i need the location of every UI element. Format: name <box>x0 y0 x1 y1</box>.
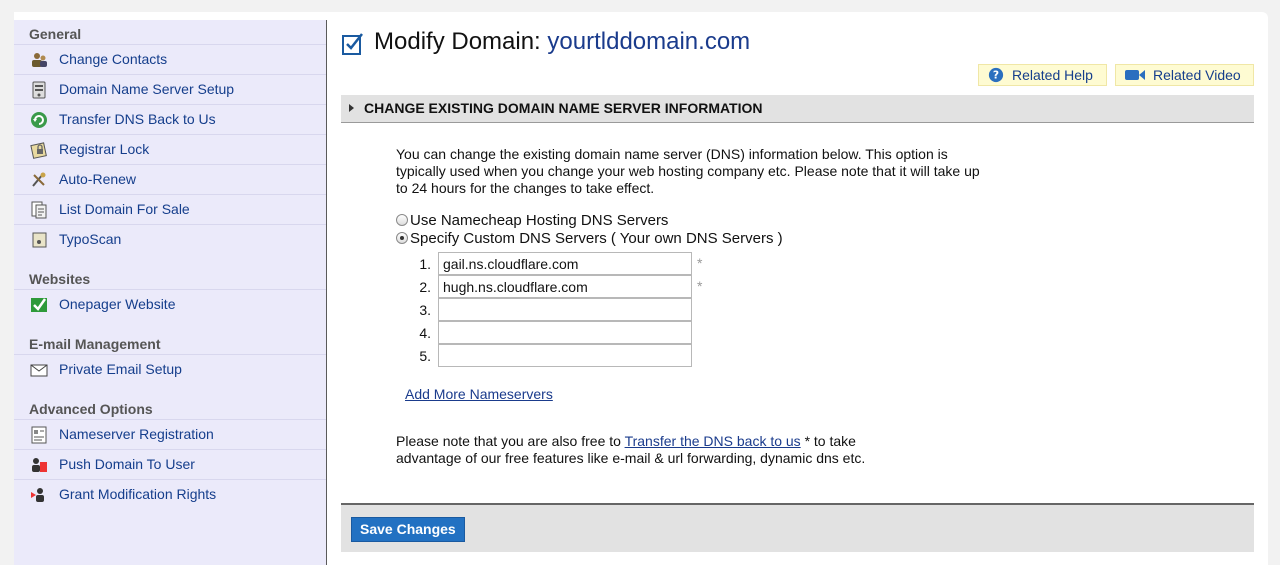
sidebar-section-title: General <box>29 26 82 42</box>
push-user-icon <box>32 458 47 472</box>
related-video-button[interactable]: Related Video <box>1115 64 1254 86</box>
typoscan-icon <box>32 232 47 248</box>
note-text: * to take <box>804 433 856 449</box>
sidebar-item-label: Push Domain To User <box>59 456 195 472</box>
nameserver-number: 5. <box>419 348 431 364</box>
option-custom-dns[interactable]: Specify Custom DNS Servers ( Your own DN… <box>396 229 783 247</box>
svg-text:?: ? <box>993 69 999 82</box>
option-label: Use Namecheap Hosting DNS Servers <box>410 211 669 229</box>
page-title: Modify Domain: yourtlddomain.com <box>374 28 750 56</box>
related-video-label: Related Video <box>1153 67 1241 83</box>
collapse-triangle-icon <box>349 104 354 112</box>
sidebar-item-label: Transfer DNS Back to Us <box>59 111 216 127</box>
sidebar-item-ns-registration[interactable]: Nameserver Registration <box>14 419 326 449</box>
sidebar-item-list-for-sale[interactable]: List Domain For Sale <box>14 194 326 224</box>
sidebar: General Change Contacts Domain Name Serv… <box>14 20 327 565</box>
option-namecheap-dns[interactable]: Use Namecheap Hosting DNS Servers <box>396 211 668 229</box>
main-content: Modify Domain: yourtlddomain.com ? Relat… <box>341 12 1268 565</box>
radio-namecheap-dns[interactable] <box>396 214 408 226</box>
contacts-icon <box>32 53 47 67</box>
nameserver-1-input[interactable] <box>438 252 692 275</box>
note-text: Please note that you are also free to <box>396 433 621 449</box>
note-text: advantage of our free features like e-ma… <box>396 450 866 466</box>
sidebar-item-push-domain[interactable]: Push Domain To User <box>14 449 326 479</box>
sidebar-item-label: Private Email Setup <box>59 361 182 377</box>
nameserver-2-input[interactable] <box>438 275 692 298</box>
sidebar-item-registrar-lock[interactable]: Registrar Lock <box>14 134 326 164</box>
transfer-dns-link[interactable]: Transfer the DNS back to us <box>625 433 801 449</box>
sidebar-item-change-contacts[interactable]: Change Contacts <box>14 44 326 74</box>
nameserver-number: 4. <box>419 325 431 341</box>
sidebar-item-typoscan[interactable]: TypoScan <box>14 224 326 254</box>
sidebar-item-label: TypoScan <box>59 231 122 247</box>
nameserver-number: 3. <box>419 302 431 318</box>
dns-intro-text: You can change the existing domain name … <box>396 146 980 196</box>
sidebar-section-title: Websites <box>29 271 91 287</box>
sidebar-item-label: Onepager Website <box>59 296 176 312</box>
sidebar-item-dns-setup[interactable]: Domain Name Server Setup <box>14 74 326 104</box>
nameserver-3-input[interactable] <box>438 298 692 321</box>
sidebar-item-onepager[interactable]: Onepager Website <box>14 289 326 319</box>
sidebar-item-label: Domain Name Server Setup <box>59 81 235 97</box>
sidebar-item-label: Auto-Renew <box>59 171 137 187</box>
sidebar-item-label: List Domain For Sale <box>59 201 190 217</box>
sale-list-icon <box>31 201 47 219</box>
sidebar-item-label: Nameserver Registration <box>59 426 214 442</box>
edit-checklist-icon <box>342 33 363 55</box>
nameserver-number: 2. <box>419 279 431 295</box>
add-more-nameservers-link[interactable]: Add More Nameservers <box>405 386 553 402</box>
server-icon <box>32 81 46 99</box>
nameserver-5-input[interactable] <box>438 344 692 367</box>
registration-icon <box>31 426 47 444</box>
nameserver-4-input[interactable] <box>438 321 692 344</box>
required-marker: * <box>697 255 703 271</box>
required-marker: * <box>697 278 703 294</box>
help-icon: ? <box>988 67 1004 83</box>
radio-custom-dns[interactable] <box>396 232 408 244</box>
nameserver-number: 1. <box>419 256 431 272</box>
transfer-note: Please note that you are also free to Tr… <box>396 433 996 467</box>
related-help-label: Related Help <box>1012 67 1093 83</box>
footer-bar: Save Changes <box>341 503 1254 552</box>
lock-icon <box>30 142 47 159</box>
envelope-icon <box>30 364 48 377</box>
sidebar-section-title: E-mail Management <box>29 336 161 352</box>
grant-user-icon <box>31 488 44 502</box>
page-title-prefix: Modify Domain: <box>374 28 541 55</box>
option-label: Specify Custom DNS Servers ( Your own DN… <box>410 229 783 247</box>
video-camera-icon <box>1125 70 1145 80</box>
sidebar-item-label: Registrar Lock <box>59 141 150 157</box>
checkmark-icon <box>31 298 47 312</box>
sidebar-item-label: Grant Modification Rights <box>59 486 217 502</box>
related-help-button[interactable]: ? Related Help <box>978 64 1107 86</box>
save-changes-button[interactable]: Save Changes <box>351 517 465 542</box>
sidebar-section-title: Advanced Options <box>29 401 153 417</box>
sidebar-item-grant-rights[interactable]: Grant Modification Rights <box>14 479 326 509</box>
domain-name: yourtlddomain.com <box>547 28 751 55</box>
sidebar-item-private-email[interactable]: Private Email Setup <box>14 354 326 384</box>
renew-icon <box>32 172 46 187</box>
sidebar-item-auto-renew[interactable]: Auto-Renew <box>14 164 326 194</box>
sidebar-item-transfer-dns[interactable]: Transfer DNS Back to Us <box>14 104 326 134</box>
sidebar-item-label: Change Contacts <box>59 51 168 67</box>
page-frame: General Change Contacts Domain Name Serv… <box>14 12 1268 565</box>
section-header[interactable]: CHANGE EXISTING DOMAIN NAME SERVER INFOR… <box>341 95 1254 123</box>
transfer-icon <box>31 112 47 128</box>
section-title: CHANGE EXISTING DOMAIN NAME SERVER INFOR… <box>364 100 763 116</box>
